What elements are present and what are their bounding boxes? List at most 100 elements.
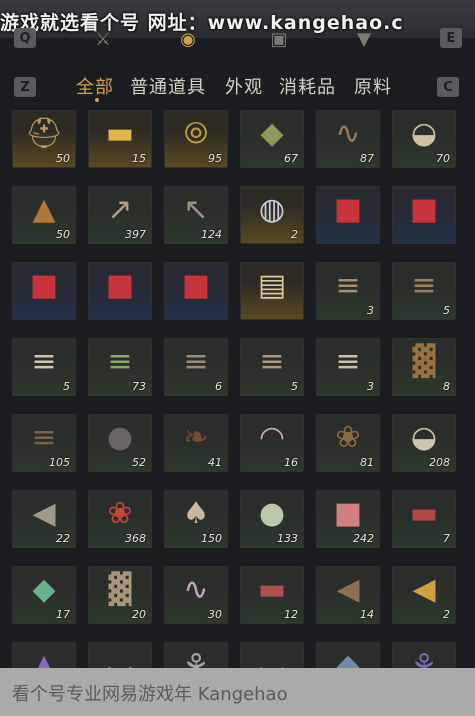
item-quantity: 20 (132, 608, 146, 621)
inventory-slot[interactable]: ◆ 67 (240, 110, 304, 168)
inventory-slot[interactable]: ⚘ (164, 642, 228, 668)
tab-all[interactable]: 全部 (76, 73, 114, 99)
inventory-slot[interactable]: ▬ 15 (88, 110, 152, 168)
item-quantity: 67 (284, 152, 298, 165)
feather-icon: ❧ (183, 420, 209, 455)
tentacle-icon: ∿ (183, 572, 209, 607)
inventory-slot[interactable]: ▲ 50 (12, 186, 76, 244)
inventory-slot[interactable]: ⦾ 95 (164, 110, 228, 168)
inventory-slot[interactable]: ∿ 87 (316, 110, 380, 168)
item-quantity: 5 (291, 380, 298, 393)
red-envelope-icon: ■ (105, 268, 135, 303)
item-quantity: 73 (132, 380, 146, 393)
item-quantity: 150 (201, 532, 222, 545)
item-quantity: 95 (208, 152, 222, 165)
inventory-slot[interactable]: ⛑ 50 (12, 110, 76, 168)
inventory-slot[interactable]: ▲ (12, 642, 76, 668)
inventory-slot[interactable]: ▬ 12 (240, 566, 304, 624)
item-quantity: 17 (56, 608, 70, 621)
inventory-grid: ⛑ 50 ▬ 15 ⦾ 95 ◆ 67 ∿ 87 ◒ 70 ▲ 50 ↗ 397 ↖ 124 ◍ 2 ■ ■ ■ ■ ■ ▤ ≡ 3 ≡… (0, 108, 475, 668)
item-quantity: 5 (63, 380, 70, 393)
item-quantity: 16 (284, 456, 298, 469)
inventory-slot[interactable]: ≡ 3 (316, 338, 380, 396)
inventory-slot[interactable]: ■ 242 (316, 490, 380, 548)
item-quantity: 7 (443, 532, 450, 545)
inventory-slot[interactable]: ❀ 368 (88, 490, 152, 548)
inventory-slot[interactable]: ≡ 6 (164, 338, 228, 396)
inventory-slot[interactable]: ∿ 30 (164, 566, 228, 624)
inventory-slot[interactable]: ◡ (240, 642, 304, 668)
item-quantity: 2 (291, 228, 298, 241)
inventory-slot[interactable]: ◆ (316, 642, 380, 668)
item-quantity: 242 (353, 532, 374, 545)
inventory-slot[interactable]: ◠ 16 (240, 414, 304, 472)
tab-appearance[interactable]: 外观 (225, 73, 263, 99)
item-quantity: 3 (367, 304, 374, 317)
item-quantity: 70 (436, 152, 450, 165)
red-envelope-icon: ■ (409, 192, 439, 227)
inventory-slot[interactable]: ⚘ (392, 642, 456, 668)
inventory-slot[interactable]: ♠ 150 (164, 490, 228, 548)
inventory-slot[interactable]: ◀ 14 (316, 566, 380, 624)
fur-icon: ▓ (412, 344, 436, 379)
steak-icon: ▬ (409, 496, 439, 531)
inventory-slot[interactable]: ◒ 70 (392, 110, 456, 168)
inventory-slot[interactable]: ◍ 2 (240, 186, 304, 244)
worm-icon: ∿ (335, 116, 361, 151)
inventory-slot[interactable]: ● 52 (88, 414, 152, 472)
inventory-slot[interactable]: ■ (88, 262, 152, 320)
inventory-slot[interactable]: ≡ 5 (12, 338, 76, 396)
spice-pile-icon: ▲ (32, 192, 56, 227)
fish-icon: ◀ (32, 496, 56, 531)
inventory-slot[interactable]: ≡ 105 (12, 414, 76, 472)
box-icon[interactable]: ▣ (268, 28, 290, 50)
tab-materials[interactable]: 原料 (354, 73, 392, 99)
inventory-slot[interactable]: ◀ 22 (12, 490, 76, 548)
inventory-slot[interactable]: ◒ 208 (392, 414, 456, 472)
item-quantity: 15 (132, 152, 146, 165)
inventory-slot[interactable]: ◆ 17 (12, 566, 76, 624)
chevrons-down-icon[interactable]: ▼ (353, 28, 375, 50)
inventory-slot[interactable]: ≡ 5 (240, 338, 304, 396)
shrimp-icon: ❀ (335, 420, 361, 455)
hide-icon: ▓ (108, 572, 132, 607)
item-quantity: 208 (429, 456, 450, 469)
inventory-slot[interactable]: ◀ 2 (392, 566, 456, 624)
jade-stone-icon: ◆ (32, 572, 56, 607)
gold-ingot-icon: ▬ (105, 116, 135, 151)
eggs-icon: ● (258, 496, 286, 531)
crossed-swords-icon[interactable]: ⚔ (92, 28, 114, 50)
tab-common-items[interactable]: 普通道具 (130, 73, 206, 99)
item-quantity: 14 (360, 608, 374, 621)
item-quantity: 50 (56, 228, 70, 241)
inventory-slot[interactable]: ≡ 73 (88, 338, 152, 396)
pearl-ball-icon: ◍ (258, 192, 286, 227)
berries-icon: ❀ (107, 496, 133, 531)
inventory-slot[interactable]: ■ (164, 262, 228, 320)
stone-icon: ● (106, 420, 134, 455)
inventory-slot[interactable]: ▓ 8 (392, 338, 456, 396)
inventory-slot[interactable]: ● 133 (240, 490, 304, 548)
red-envelope-icon: ■ (333, 192, 363, 227)
inventory-slot[interactable]: ≡ 5 (392, 262, 456, 320)
pouch-icon[interactable]: ◉ (177, 28, 199, 50)
item-quantity: 368 (125, 532, 146, 545)
inventory-slot[interactable]: ■ (12, 262, 76, 320)
inventory-slot[interactable]: ↗ 397 (88, 186, 152, 244)
inventory-slot[interactable]: ≡ 3 (316, 262, 380, 320)
watermark-banner-bottom: 看个号专业网易游戏年 Kangehao (0, 668, 475, 716)
red-envelope-icon: ■ (181, 268, 211, 303)
inventory-slot[interactable]: ■ (392, 186, 456, 244)
inventory-slot[interactable]: ▤ (240, 262, 304, 320)
inventory-slot[interactable]: ◡ (88, 642, 152, 668)
inventory-slot[interactable]: ❀ 81 (316, 414, 380, 472)
meat-chunks-icon: ■ (333, 496, 363, 531)
inventory-slot[interactable]: ▬ 7 (392, 490, 456, 548)
tab-consumables[interactable]: 消耗品 (279, 73, 336, 99)
inventory-slot[interactable]: ▓ 20 (88, 566, 152, 624)
active-tab-indicator (95, 98, 99, 102)
bowl-icon: ◡ (106, 648, 134, 669)
inventory-slot[interactable]: ↖ 124 (164, 186, 228, 244)
inventory-slot[interactable]: ■ (316, 186, 380, 244)
inventory-slot[interactable]: ❧ 41 (164, 414, 228, 472)
